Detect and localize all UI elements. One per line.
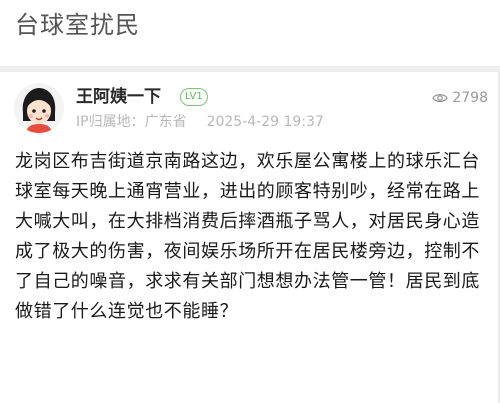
post-content: 龙岗区布吉街道京南路这边，欢乐屋公寓楼上的球乐汇台球室每天晚上通宵营业，进出的顾… (15, 151, 480, 322)
author-name[interactable]: 王阿姨一下 (76, 86, 161, 108)
page-title: 台球室扰民 (15, 11, 140, 39)
post-date: 2025-4-29 19:37 (206, 114, 324, 130)
section-divider (0, 66, 500, 72)
cartoon-girl-avatar-icon (14, 83, 64, 133)
level-badge: LV1 (180, 88, 208, 106)
post-meta: IP归属地：广东省 2025-4-29 19:37 (76, 112, 324, 132)
view-count-value: 2798 (452, 90, 488, 106)
eye-icon (432, 93, 449, 103)
view-count: 2798 (432, 89, 488, 107)
avatar[interactable] (14, 83, 64, 133)
ip-location: IP归属地：广东省 (76, 114, 187, 130)
